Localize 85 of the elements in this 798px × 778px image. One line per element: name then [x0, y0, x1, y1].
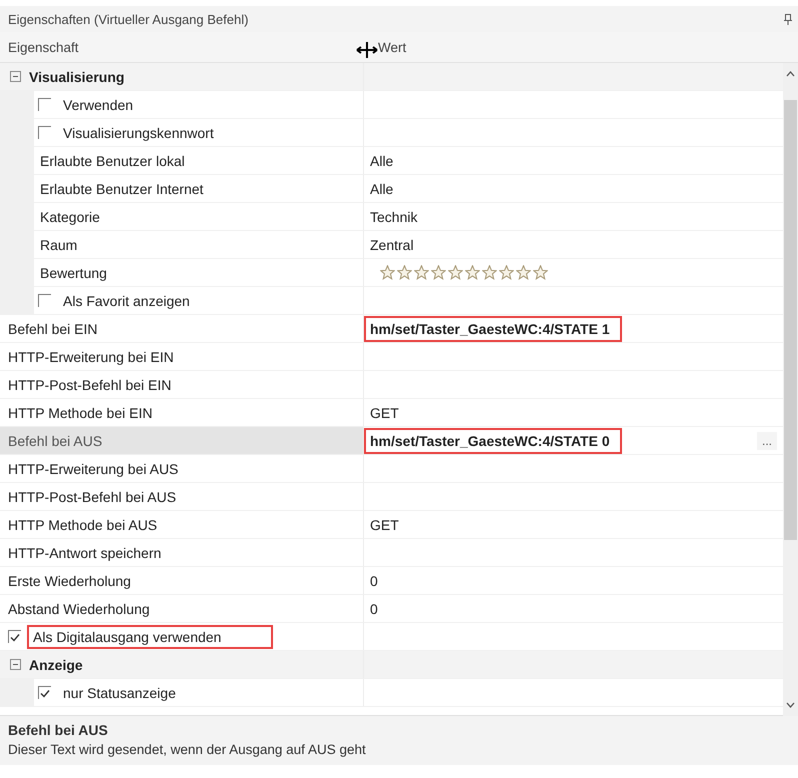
category-label: Visualisierung [29, 68, 124, 84]
star-icon[interactable] [499, 265, 514, 280]
pin-icon[interactable] [784, 14, 792, 24]
star-icon[interactable] [465, 265, 480, 280]
property-row[interactable]: HTTP-Antwort speichern [0, 539, 783, 567]
property-row[interactable]: Bewertung [0, 259, 783, 287]
property-label: Erlaubte Benutzer lokal [40, 152, 185, 168]
checkbox[interactable] [38, 686, 51, 699]
property-row[interactable]: Als Favorit anzeigen [0, 287, 783, 315]
property-label: HTTP-Erweiterung bei AUS [8, 460, 178, 476]
property-label: Befehl bei EIN [8, 320, 98, 336]
checkbox[interactable] [38, 294, 51, 307]
property-value[interactable]: Zentral [370, 236, 414, 252]
property-label: Erste Wiederholung [8, 572, 131, 588]
property-value[interactable]: 0 [370, 600, 378, 616]
property-row[interactable]: Erlaubte Benutzer Internet Alle [0, 175, 783, 203]
property-row[interactable]: Erste Wiederholung 0 [0, 567, 783, 595]
property-label: Raum [40, 236, 78, 252]
property-row[interactable]: Befehl bei EIN hm/set/Taster_GaesteWC:4/STATE 1 [0, 315, 783, 343]
category-label: Anzeige [29, 656, 83, 672]
property-label: nur Statusanzeige [63, 684, 176, 700]
property-row[interactable]: Befehl bei AUS hm/set/Taster_GaesteWC:4/STATE 0 ... [0, 427, 783, 455]
scrollbar[interactable] [783, 63, 798, 716]
checkbox[interactable] [8, 630, 21, 643]
property-row[interactable]: HTTP-Post-Befehl bei EIN [0, 371, 783, 399]
description-title: Befehl bei AUS [8, 722, 109, 738]
property-label: HTTP Methode bei AUS [8, 516, 158, 532]
property-row[interactable]: HTTP-Post-Befehl bei AUS [0, 483, 783, 511]
property-label: Als Favorit anzeigen [63, 292, 190, 308]
property-row[interactable]: Abstand Wiederholung 0 [0, 595, 783, 623]
property-label: Erlaubte Benutzer Internet [40, 180, 204, 196]
column-header[interactable]: Eigenschaft [8, 40, 79, 54]
property-value[interactable]: Technik [370, 208, 418, 224]
star-icon[interactable] [397, 265, 412, 280]
scroll-down-icon[interactable] [786, 702, 795, 708]
property-label: HTTP-Erweiterung bei EIN [8, 348, 174, 364]
property-row[interactable]: nur Statusanzeige [0, 679, 783, 707]
star-icon[interactable] [414, 265, 429, 280]
star-icon[interactable] [516, 265, 531, 280]
checkbox[interactable] [38, 98, 51, 111]
property-label: Bewertung [40, 264, 107, 280]
column-header[interactable]: Wert [378, 40, 406, 54]
property-label: Befehl bei AUS [8, 432, 102, 448]
property-value[interactable]: GET [370, 404, 399, 420]
property-value[interactable]: hm/set/Taster_GaesteWC:4/STATE 1 [364, 316, 622, 342]
property-row[interactable]: Als Digitalausgang verwenden [0, 623, 783, 651]
collapse-icon[interactable] [10, 659, 21, 670]
property-row[interactable]: Visualisierungskennwort [0, 119, 783, 147]
property-label: Kategorie [40, 208, 100, 224]
star-icon[interactable] [482, 265, 497, 280]
property-label: Verwenden [63, 96, 134, 112]
property-label: HTTP-Antwort speichern [8, 544, 162, 560]
ellipsis-button[interactable]: ... [756, 432, 777, 450]
property-label: Abstand Wiederholung [8, 600, 150, 616]
property-label: HTTP-Post-Befehl bei EIN [8, 376, 172, 392]
property-row[interactable]: Kategorie Technik [0, 203, 783, 231]
property-row[interactable]: HTTP-Erweiterung bei EIN [0, 343, 783, 371]
checkbox[interactable] [38, 126, 51, 139]
property-row[interactable]: HTTP-Erweiterung bei AUS [0, 455, 783, 483]
property-label: Visualisierungskennwort [63, 124, 214, 140]
property-label: HTTP Methode bei EIN [8, 404, 152, 420]
property-value[interactable]: GET [370, 516, 399, 532]
star-icon[interactable] [533, 265, 548, 280]
resize-cursor-icon [356, 41, 378, 59]
property-row[interactable]: Verwenden [0, 91, 783, 119]
property-label: Als Digitalausgang verwenden [27, 624, 274, 648]
category-row[interactable]: Visualisierung [0, 63, 783, 91]
scroll-up-icon[interactable] [786, 71, 795, 77]
star-icon[interactable] [380, 265, 395, 280]
property-row[interactable]: HTTP Methode bei AUS GET [0, 511, 783, 539]
panel-title: Eigenschaften (Virtueller Ausgang Befehl) [8, 12, 248, 26]
star-icon[interactable] [448, 265, 463, 280]
property-value[interactable]: Alle [370, 152, 394, 168]
category-row[interactable]: Anzeige [0, 651, 783, 679]
property-row[interactable]: HTTP Methode bei EIN GET [0, 399, 783, 427]
property-row[interactable]: Erlaubte Benutzer lokal Alle [0, 147, 783, 175]
property-value[interactable]: Alle [370, 180, 394, 196]
collapse-icon[interactable] [10, 71, 21, 82]
property-label: HTTP-Post-Befehl bei AUS [8, 488, 176, 504]
scrollbar-thumb[interactable] [784, 100, 797, 540]
property-row[interactable]: Raum Zentral [0, 231, 783, 259]
property-value[interactable]: hm/set/Taster_GaesteWC:4/STATE 0 [364, 428, 622, 454]
description-text: Dieser Text wird gesendet, wenn der Ausgang auf AUS geht [8, 742, 367, 757]
star-icon[interactable] [431, 265, 446, 280]
property-value[interactable]: 0 [370, 572, 378, 588]
